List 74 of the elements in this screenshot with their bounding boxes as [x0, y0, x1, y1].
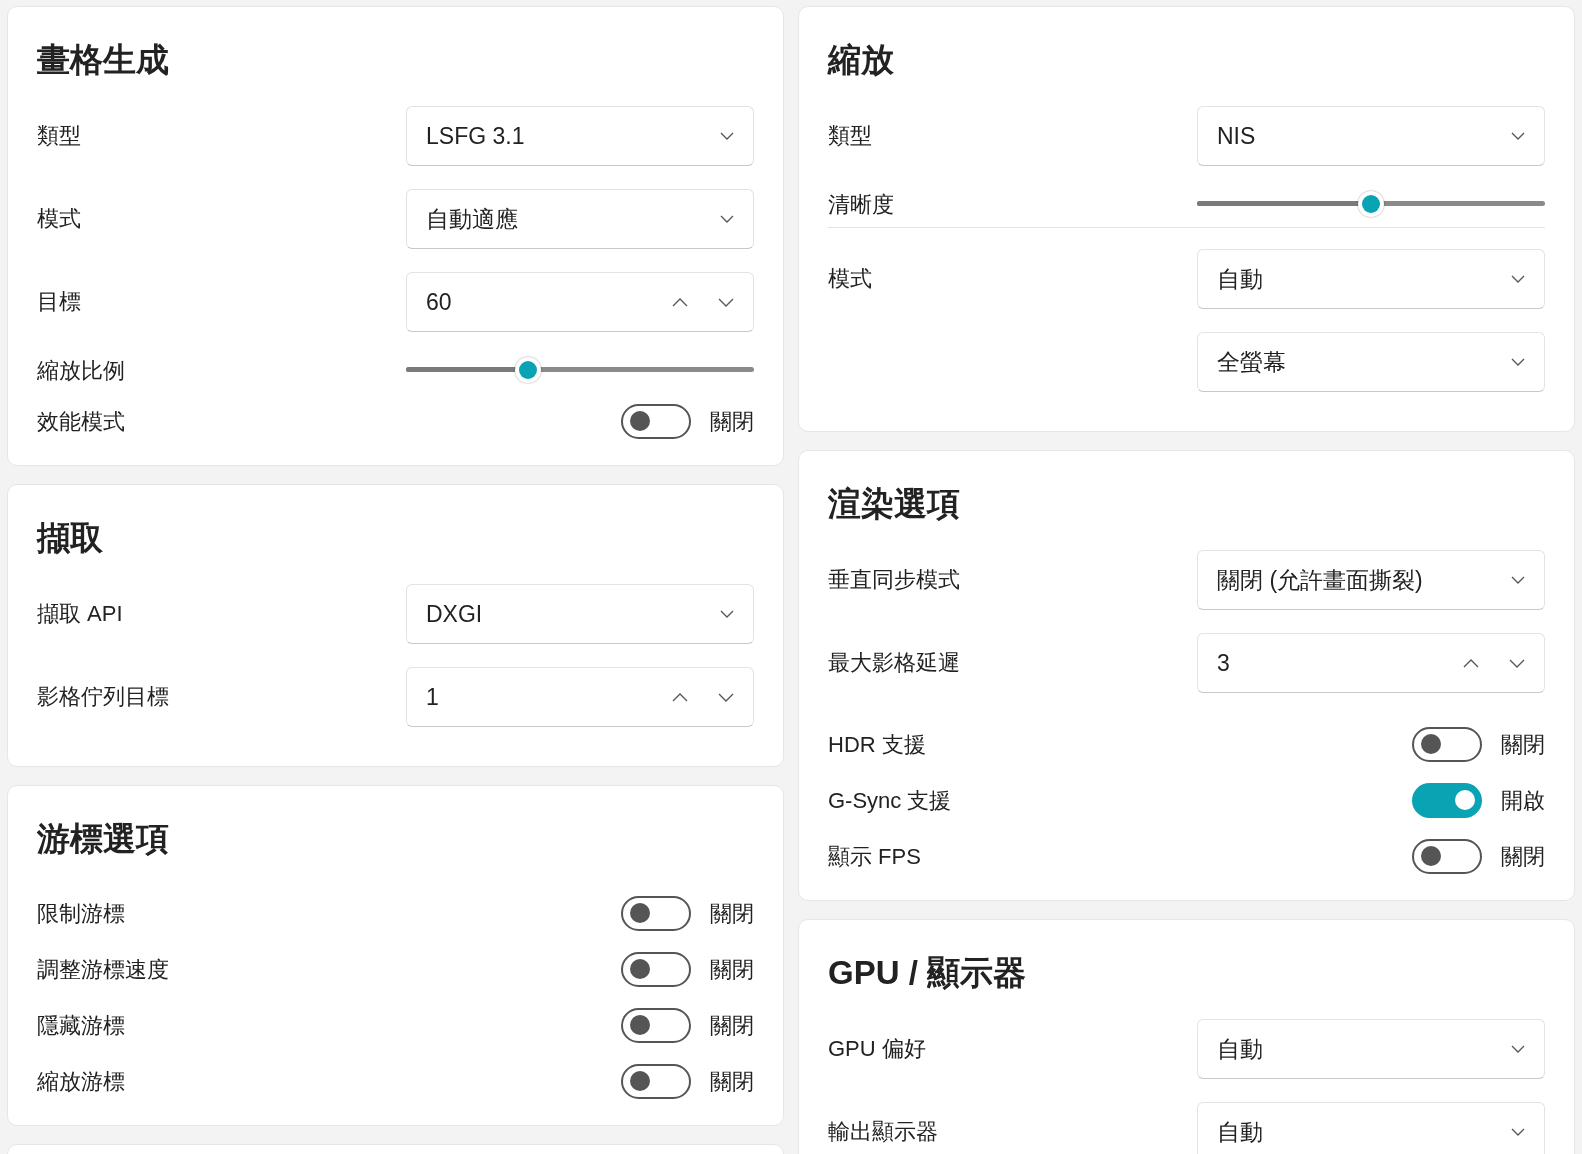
dropdown[interactable]: LSFG 3.1: [406, 106, 754, 166]
dropdown[interactable]: 自動: [1197, 1102, 1545, 1154]
setting-label: 效能模式: [37, 407, 125, 436]
card-title: 游標選項: [37, 819, 170, 859]
toggle-state: 關閉: [1500, 842, 1545, 871]
setting-label: 類型: [37, 122, 81, 150]
dropdown[interactable]: 關閉 (允許畫面撕裂): [1197, 550, 1545, 610]
dropdown[interactable]: DXGI: [406, 584, 754, 644]
setting-label: 目標: [37, 288, 81, 316]
dropdown[interactable]: 自動: [1197, 249, 1545, 309]
chevron-down-icon: [1511, 358, 1525, 366]
chevron-up-icon: [672, 297, 688, 307]
slider-thumb[interactable]: [1358, 191, 1384, 217]
toggle-state: 關閉: [709, 1067, 754, 1096]
card-title: 畫格生成: [37, 40, 170, 80]
chevron-down-icon: [720, 610, 734, 618]
toggle-state: 關閉: [709, 407, 754, 436]
toggle-switch[interactable]: [1412, 838, 1482, 874]
chevron-down-icon: [1511, 576, 1525, 584]
chevron-down-icon: [1511, 132, 1525, 140]
chevron-up-icon: [672, 692, 688, 702]
setting-label: 模式: [37, 205, 81, 233]
toggle-switch[interactable]: [621, 403, 691, 439]
toggle-switch[interactable]: [621, 951, 691, 987]
setting-label: 擷取 API: [37, 600, 123, 628]
toggle-state: 開啟: [1500, 786, 1545, 815]
card-title: 擷取: [37, 518, 104, 558]
toggle-switch[interactable]: [621, 895, 691, 931]
card-title: 縮放: [828, 40, 895, 80]
toggle-switch[interactable]: [1412, 726, 1482, 762]
toggle-switch[interactable]: [621, 1063, 691, 1099]
toggle-state: 關閉: [709, 955, 754, 984]
chevron-down-icon: [720, 132, 734, 140]
chevron-down-icon: [1511, 1045, 1525, 1053]
number-spinner[interactable]: 1: [406, 667, 754, 727]
chevron-down-icon: [1511, 1128, 1525, 1136]
setting-label: 限制游標: [37, 899, 125, 928]
setting-label: 輸出顯示器: [828, 1118, 938, 1146]
setting-label: 縮放游標: [37, 1067, 125, 1096]
setting-label: HDR 支援: [828, 730, 926, 759]
setting-label: G-Sync 支援: [828, 786, 952, 815]
slider[interactable]: [406, 357, 754, 383]
slider[interactable]: [1197, 191, 1545, 217]
dropdown[interactable]: 自動適應: [406, 189, 754, 249]
dropdown[interactable]: 全螢幕: [1197, 332, 1545, 392]
setting-label: 垂直同步模式: [828, 566, 960, 594]
toggle-state: 關閉: [709, 899, 754, 928]
number-spinner[interactable]: 60: [406, 272, 754, 332]
setting-label: 縮放比例: [37, 356, 125, 385]
chevron-down-icon: [718, 692, 734, 702]
dropdown[interactable]: 自動: [1197, 1019, 1545, 1079]
slider-thumb[interactable]: [514, 357, 541, 383]
number-spinner[interactable]: 3: [1197, 633, 1545, 693]
chevron-down-icon: [720, 215, 734, 223]
chevron-down-icon: [1509, 658, 1525, 668]
dropdown[interactable]: NIS: [1197, 106, 1545, 166]
setting-label: 隱藏游標: [37, 1011, 125, 1040]
toggle-state: 關閉: [709, 1011, 754, 1040]
card-title: 渲染選項: [828, 484, 961, 524]
setting-label: 顯示 FPS: [828, 842, 921, 871]
chevron-down-icon: [718, 297, 734, 307]
toggle-switch[interactable]: [1412, 782, 1482, 818]
setting-label: 調整游標速度: [37, 955, 169, 984]
setting-label: 類型: [828, 122, 872, 150]
chevron-up-icon: [1463, 658, 1479, 668]
toggle-state: 關閉: [1500, 730, 1545, 759]
card-title: GPU / 顯示器: [828, 953, 1028, 993]
setting-label: 影格佇列目標: [37, 683, 169, 711]
setting-label: 清晰度: [828, 190, 894, 219]
setting-label: GPU 偏好: [828, 1035, 926, 1063]
setting-label: 最大影格延遲: [828, 649, 960, 677]
setting-label: 模式: [828, 265, 872, 293]
chevron-down-icon: [1511, 275, 1525, 283]
toggle-switch[interactable]: [621, 1007, 691, 1043]
